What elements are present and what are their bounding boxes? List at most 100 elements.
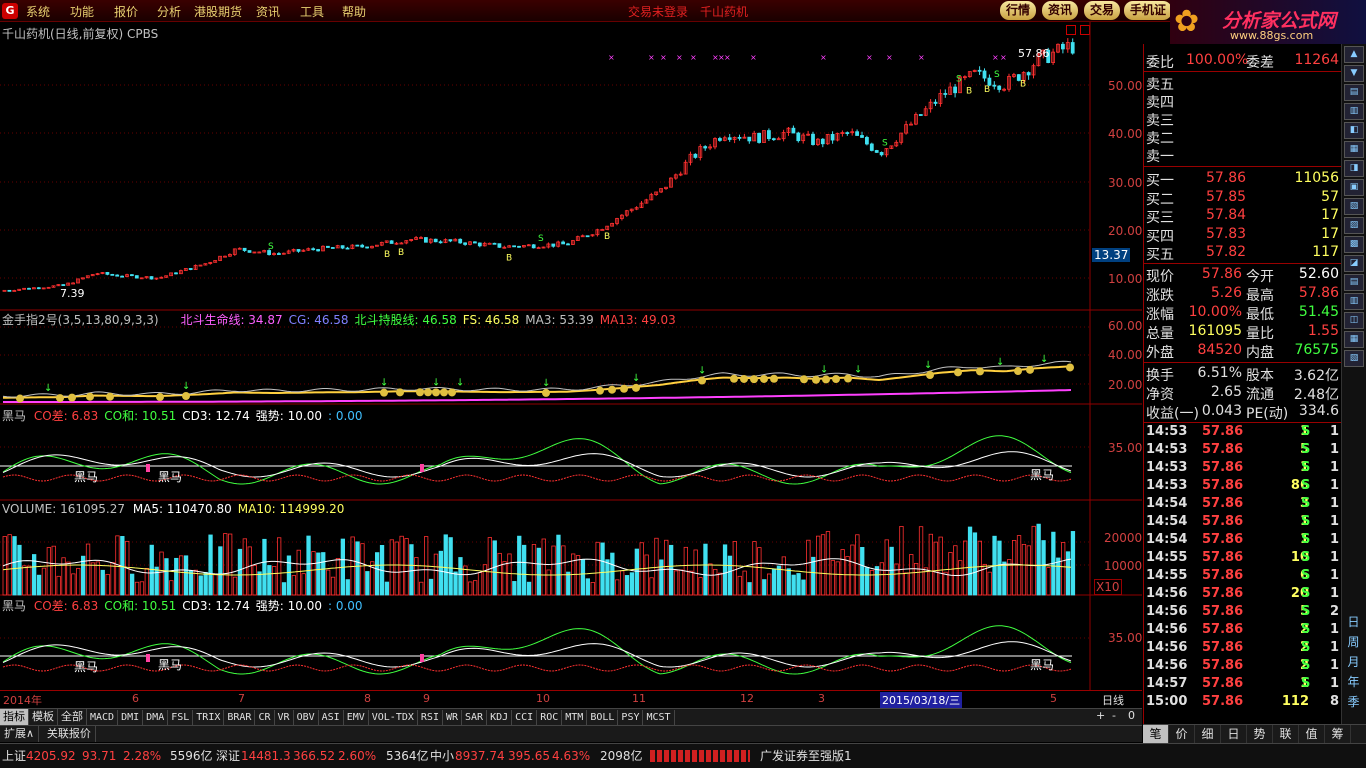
indicator-tab[interactable]: RSI xyxy=(418,710,443,726)
toolbar-tool-icon[interactable]: ▧ xyxy=(1344,350,1364,367)
tab-trade[interactable]: 交易 xyxy=(1084,1,1121,20)
candle-body xyxy=(110,273,115,276)
volume-bar xyxy=(536,547,541,596)
indicator-tab[interactable]: VOL-TDX xyxy=(369,710,418,726)
volume-bar xyxy=(497,552,502,596)
toolbar-tool-icon[interactable]: ◫ xyxy=(1344,312,1364,329)
stat-label: 内盘 xyxy=(1246,345,1274,361)
toolbar-tool-icon[interactable]: ▧ xyxy=(1344,198,1364,215)
period-tab[interactable]: 年 xyxy=(1341,672,1366,692)
ind3-legend-item: : 0.00 xyxy=(327,599,363,613)
period-tab[interactable]: 周 xyxy=(1341,632,1366,652)
buy-level-label: 买五 xyxy=(1146,247,1174,263)
toolbar-tool-icon[interactable]: ▤ xyxy=(1344,274,1364,291)
app-logo-icon[interactable]: G xyxy=(2,3,18,19)
period-tab[interactable]: 日 xyxy=(1341,612,1366,632)
ind3-marker xyxy=(146,654,150,662)
volume-bar xyxy=(580,559,586,596)
quote-row: 净资 2.65 流通 2.48亿 xyxy=(1144,384,1341,403)
zoom-out-button[interactable]: - xyxy=(1112,709,1116,722)
indicator-tab[interactable]: PSY xyxy=(618,710,644,726)
indicator-tab[interactable]: MTM xyxy=(562,710,588,726)
indicator-tab[interactable]: CCI xyxy=(512,710,538,726)
stat-label: 最高 xyxy=(1246,288,1274,304)
stat-label: 涨跌 xyxy=(1146,288,1174,304)
indicator-tab[interactable]: SAR xyxy=(462,710,488,726)
menu-news[interactable]: 资讯 xyxy=(256,3,280,20)
related-quote-button[interactable]: 关联报价 xyxy=(43,726,96,742)
indicator-tab[interactable]: FSL xyxy=(168,710,194,726)
moneybag-icon xyxy=(620,384,628,393)
quote-tab[interactable]: 细 xyxy=(1195,725,1221,743)
toolbar-tool-icon[interactable]: ◪ xyxy=(1344,255,1364,272)
zoom-in-button[interactable]: + xyxy=(1096,709,1105,722)
toolbar-tool-icon[interactable]: ▥ xyxy=(1344,103,1364,120)
quote-tab[interactable]: 价 xyxy=(1169,725,1195,743)
indicator-tab[interactable]: MCST xyxy=(643,710,675,726)
toolbar-tool-icon[interactable]: ▦ xyxy=(1344,331,1364,348)
menu-system[interactable]: 系统 xyxy=(26,3,50,20)
toolbar-tool-icon[interactable]: ▥ xyxy=(1344,293,1364,310)
indicator-tab[interactable]: DMA xyxy=(143,710,169,726)
quote-tab[interactable]: 势 xyxy=(1247,725,1273,743)
quote-tab[interactable]: 笔 xyxy=(1143,725,1169,743)
tab-market[interactable]: 行情 xyxy=(1000,1,1037,20)
indicator-tab[interactable]: ROC xyxy=(537,710,563,726)
tab-info[interactable]: 资讯 xyxy=(1042,1,1079,20)
menu-help[interactable]: 帮助 xyxy=(342,3,366,20)
indicator-tab[interactable]: CR xyxy=(255,710,275,726)
indicator-tab[interactable]: MACD xyxy=(87,710,119,726)
toolbar-tool-icon[interactable]: ▤ xyxy=(1344,84,1364,101)
period-tab[interactable]: 月 xyxy=(1341,652,1366,672)
chart-area[interactable]: × × × × × × × × × × × × × × ×SB BBS BSSBSBB ↓ ↓ ↓ ↓ ↓ ↓ ↓↓ ↓ ↓ ↓ ↓… xyxy=(0,22,1142,690)
toolbar-tool-icon[interactable]: ▩ xyxy=(1344,236,1364,253)
volume-bar xyxy=(100,569,105,596)
toolbar-tool-icon[interactable]: ▦ xyxy=(1344,141,1364,158)
menu-hk-futures[interactable]: 港股期货 xyxy=(194,3,242,20)
volume-bar xyxy=(1021,543,1027,596)
indicator-tab[interactable]: DMI xyxy=(118,710,144,726)
indicator-tab[interactable]: VR xyxy=(275,710,294,726)
indicator-tab[interactable]: BRAR xyxy=(224,710,256,726)
quote-tab[interactable]: 值 xyxy=(1299,725,1325,743)
down-arrow-icon: ↓ xyxy=(924,360,932,371)
quote-tab[interactable]: 日 xyxy=(1221,725,1247,743)
menu-quote[interactable]: 报价 xyxy=(114,3,138,20)
ind2-marker xyxy=(420,464,424,472)
indicator-tab[interactable]: ASI xyxy=(319,710,344,726)
volume-bar xyxy=(899,526,904,596)
toolbar-tool-icon[interactable]: ◧ xyxy=(1344,122,1364,139)
expand-button[interactable]: 扩展∧ xyxy=(0,726,40,742)
toolbar-tool-icon[interactable]: ▼ xyxy=(1344,65,1364,82)
tab-mobile[interactable]: 手机证 xyxy=(1124,1,1173,20)
candle-body xyxy=(472,241,477,244)
indicator-tab[interactable]: TRIX xyxy=(193,710,225,726)
menu-tools[interactable]: 工具 xyxy=(300,3,324,20)
indicator-tab[interactable]: WR xyxy=(443,710,463,726)
volume-bar xyxy=(781,556,786,596)
toolbar-tool-icon[interactable]: ◨ xyxy=(1344,160,1364,177)
indicator-tab[interactable]: EMV xyxy=(344,710,369,726)
indicator-tab[interactable]: 指标 xyxy=(0,709,29,725)
menu-function[interactable]: 功能 xyxy=(70,3,94,20)
indicator-tab[interactable]: BOLL xyxy=(587,710,619,726)
indicator-tab[interactable]: 模板 xyxy=(29,709,58,725)
period-tab[interactable]: 季 xyxy=(1341,692,1366,712)
quote-tab[interactable]: 筹 xyxy=(1325,725,1351,743)
quote-tab[interactable]: 联 xyxy=(1273,725,1299,743)
toolbar-tool-icon[interactable]: ▣ xyxy=(1344,179,1364,196)
volume-bar xyxy=(722,544,728,596)
tick-count: 8 xyxy=(1329,694,1339,709)
indicator-tab[interactable]: OBV xyxy=(294,710,319,726)
menu-analysis[interactable]: 分析 xyxy=(157,3,181,20)
volume-bar xyxy=(316,552,321,596)
indicator-tab[interactable]: KDJ xyxy=(487,710,513,726)
volume-bar xyxy=(879,562,884,596)
period-label[interactable]: 日线 xyxy=(1102,692,1124,708)
toolbar-tool-icon[interactable]: ▨ xyxy=(1344,217,1364,234)
candle-body xyxy=(134,275,139,279)
reset-button[interactable]: 0 xyxy=(1128,709,1135,722)
toolbar-tool-icon[interactable]: ▲ xyxy=(1344,46,1364,63)
candle-body xyxy=(992,84,997,87)
indicator-tab[interactable]: 全部 xyxy=(58,709,87,725)
